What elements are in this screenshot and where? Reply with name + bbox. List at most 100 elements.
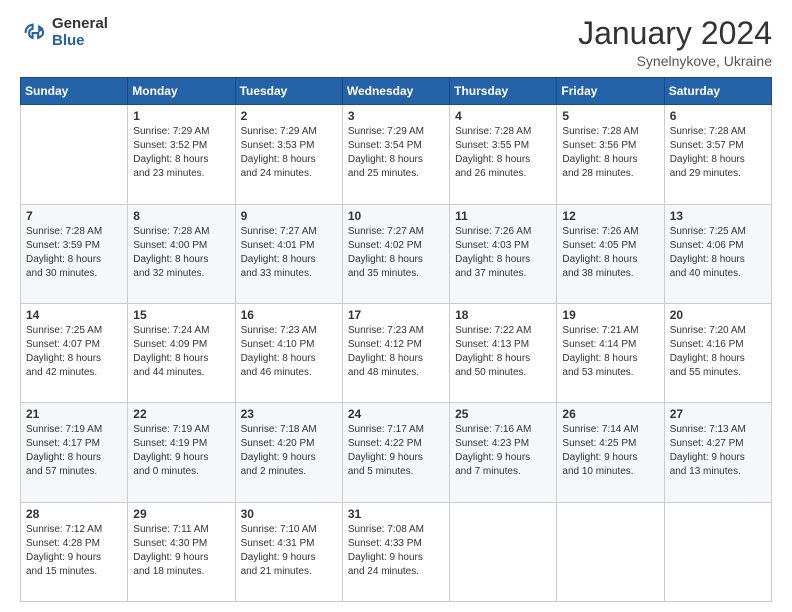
day-number: 30 bbox=[241, 507, 337, 521]
calendar-cell bbox=[664, 502, 771, 601]
calendar-cell: 26 Sunrise: 7:14 AM Sunset: 4:25 PM Dayli… bbox=[557, 403, 664, 502]
day-number: 16 bbox=[241, 308, 337, 322]
cell-info: Sunrise: 7:23 AM Sunset: 4:12 PM Dayligh… bbox=[348, 324, 444, 380]
calendar-cell: 14 Sunrise: 7:25 AM Sunset: 4:07 PM Dayli… bbox=[21, 303, 128, 402]
day-number: 31 bbox=[348, 507, 444, 521]
day-number: 27 bbox=[670, 407, 766, 421]
cell-info: Sunrise: 7:28 AM Sunset: 3:56 PM Dayligh… bbox=[562, 125, 658, 181]
cell-info: Sunrise: 7:18 AM Sunset: 4:20 PM Dayligh… bbox=[241, 423, 337, 479]
day-number: 11 bbox=[455, 209, 551, 223]
cell-info: Sunrise: 7:28 AM Sunset: 3:57 PM Dayligh… bbox=[670, 125, 766, 181]
calendar-cell: 11 Sunrise: 7:26 AM Sunset: 4:03 PM Dayli… bbox=[450, 204, 557, 303]
calendar-week-row: 1 Sunrise: 7:29 AM Sunset: 3:52 PM Daylig… bbox=[21, 105, 772, 204]
calendar-cell: 15Sunrise: 7:24 AM Sunset: 4:09 PM Dayli… bbox=[128, 303, 235, 402]
cell-info: Sunrise: 7:26 AM Sunset: 4:05 PM Dayligh… bbox=[562, 225, 658, 281]
day-number: 7 bbox=[26, 209, 122, 223]
day-number: 28 bbox=[26, 507, 122, 521]
cell-info: Sunrise: 7:23 AM Sunset: 4:10 PM Dayligh… bbox=[241, 324, 337, 380]
cell-info: Sunrise: 7:26 AM Sunset: 4:03 PM Dayligh… bbox=[455, 225, 551, 281]
weekday-header: Monday bbox=[128, 78, 235, 105]
month-title: January 2024 bbox=[578, 16, 772, 51]
weekday-header: Sunday bbox=[21, 78, 128, 105]
logo-general: General bbox=[52, 16, 108, 33]
calendar-cell: 28 Sunrise: 7:12 AM Sunset: 4:28 PM Dayli… bbox=[21, 502, 128, 601]
location-subtitle: Synelnykove, Ukraine bbox=[578, 53, 772, 69]
day-number: 14 bbox=[26, 308, 122, 322]
cell-info: Sunrise: 7:28 AM Sunset: 3:55 PM Dayligh… bbox=[455, 125, 551, 181]
calendar-cell: 31 Sunrise: 7:08 AM Sunset: 4:33 PM Dayli… bbox=[342, 502, 449, 601]
day-number: 13 bbox=[670, 209, 766, 223]
cell-info: Sunrise: 7:13 AM Sunset: 4:27 PM Dayligh… bbox=[670, 423, 766, 479]
calendar-cell: 24Sunrise: 7:17 AM Sunset: 4:22 PM Dayli… bbox=[342, 403, 449, 502]
cell-info: Sunrise: 7:21 AM Sunset: 4:14 PM Dayligh… bbox=[562, 324, 658, 380]
calendar-cell: 8 Sunrise: 7:28 AM Sunset: 4:00 PM Daylig… bbox=[128, 204, 235, 303]
cell-info: Sunrise: 7:25 AM Sunset: 4:07 PM Dayligh… bbox=[26, 324, 122, 380]
calendar-week-row: 21Sunrise: 7:19 AM Sunset: 4:17 PM Dayli… bbox=[21, 403, 772, 502]
weekday-header: Wednesday bbox=[342, 78, 449, 105]
calendar-cell: 29 Sunrise: 7:11 AM Sunset: 4:30 PM Dayli… bbox=[128, 502, 235, 601]
day-number: 21 bbox=[26, 407, 122, 421]
day-number: 10 bbox=[348, 209, 444, 223]
weekday-header: Saturday bbox=[664, 78, 771, 105]
calendar-week-row: 7 Sunrise: 7:28 AM Sunset: 3:59 PM Daylig… bbox=[21, 204, 772, 303]
cell-info: Sunrise: 7:10 AM Sunset: 4:31 PM Dayligh… bbox=[241, 523, 337, 579]
calendar-cell: 12 Sunrise: 7:26 AM Sunset: 4:05 PM Dayli… bbox=[557, 204, 664, 303]
day-number: 12 bbox=[562, 209, 658, 223]
cell-info: Sunrise: 7:19 AM Sunset: 4:19 PM Dayligh… bbox=[133, 423, 229, 479]
day-number: 19 bbox=[562, 308, 658, 322]
day-number: 29 bbox=[133, 507, 229, 521]
weekday-header: Friday bbox=[557, 78, 664, 105]
day-number: 20 bbox=[670, 308, 766, 322]
day-number: 6 bbox=[670, 109, 766, 123]
cell-info: Sunrise: 7:20 AM Sunset: 4:16 PM Dayligh… bbox=[670, 324, 766, 380]
cell-info: Sunrise: 7:08 AM Sunset: 4:33 PM Dayligh… bbox=[348, 523, 444, 579]
calendar-cell: 23 Sunrise: 7:18 AM Sunset: 4:20 PM Dayli… bbox=[235, 403, 342, 502]
cell-info: Sunrise: 7:29 AM Sunset: 3:54 PM Dayligh… bbox=[348, 125, 444, 181]
cell-info: Sunrise: 7:28 AM Sunset: 3:59 PM Dayligh… bbox=[26, 225, 122, 281]
cell-info: Sunrise: 7:29 AM Sunset: 3:52 PM Dayligh… bbox=[133, 125, 229, 181]
cell-info: Sunrise: 7:16 AM Sunset: 4:23 PM Dayligh… bbox=[455, 423, 551, 479]
calendar-cell: 30 Sunrise: 7:10 AM Sunset: 4:31 PM Dayli… bbox=[235, 502, 342, 601]
calendar-week-row: 14 Sunrise: 7:25 AM Sunset: 4:07 PM Dayli… bbox=[21, 303, 772, 402]
day-number: 24 bbox=[348, 407, 444, 421]
day-number: 9 bbox=[241, 209, 337, 223]
calendar-cell: 10Sunrise: 7:27 AM Sunset: 4:02 PM Dayli… bbox=[342, 204, 449, 303]
calendar-cell: 27 Sunrise: 7:13 AM Sunset: 4:27 PM Dayli… bbox=[664, 403, 771, 502]
calendar-cell: 16 Sunrise: 7:23 AM Sunset: 4:10 PM Dayli… bbox=[235, 303, 342, 402]
calendar-week-row: 28 Sunrise: 7:12 AM Sunset: 4:28 PM Dayli… bbox=[21, 502, 772, 601]
day-number: 1 bbox=[133, 109, 229, 123]
calendar-cell: 21Sunrise: 7:19 AM Sunset: 4:17 PM Dayli… bbox=[21, 403, 128, 502]
calendar-cell: 6 Sunrise: 7:28 AM Sunset: 3:57 PM Daylig… bbox=[664, 105, 771, 204]
day-number: 5 bbox=[562, 109, 658, 123]
calendar-cell: 13 Sunrise: 7:25 AM Sunset: 4:06 PM Dayli… bbox=[664, 204, 771, 303]
cell-info: Sunrise: 7:25 AM Sunset: 4:06 PM Dayligh… bbox=[670, 225, 766, 281]
cell-info: Sunrise: 7:12 AM Sunset: 4:28 PM Dayligh… bbox=[26, 523, 122, 579]
logo-icon bbox=[20, 19, 48, 47]
cell-info: Sunrise: 7:28 AM Sunset: 4:00 PM Dayligh… bbox=[133, 225, 229, 281]
calendar-cell: 2Sunrise: 7:29 AM Sunset: 3:53 PM Daylig… bbox=[235, 105, 342, 204]
calendar-cell: 3Sunrise: 7:29 AM Sunset: 3:54 PM Daylig… bbox=[342, 105, 449, 204]
logo-text-block: General Blue bbox=[52, 16, 108, 49]
logo: General Blue bbox=[20, 16, 108, 49]
cell-info: Sunrise: 7:14 AM Sunset: 4:25 PM Dayligh… bbox=[562, 423, 658, 479]
calendar-cell: 22Sunrise: 7:19 AM Sunset: 4:19 PM Dayli… bbox=[128, 403, 235, 502]
calendar-cell: 7 Sunrise: 7:28 AM Sunset: 3:59 PM Daylig… bbox=[21, 204, 128, 303]
cell-info: Sunrise: 7:22 AM Sunset: 4:13 PM Dayligh… bbox=[455, 324, 551, 380]
day-number: 17 bbox=[348, 308, 444, 322]
cell-info: Sunrise: 7:11 AM Sunset: 4:30 PM Dayligh… bbox=[133, 523, 229, 579]
calendar-cell: 17 Sunrise: 7:23 AM Sunset: 4:12 PM Dayli… bbox=[342, 303, 449, 402]
day-number: 15 bbox=[133, 308, 229, 322]
cell-info: Sunrise: 7:27 AM Sunset: 4:01 PM Dayligh… bbox=[241, 225, 337, 281]
weekday-header: Tuesday bbox=[235, 78, 342, 105]
calendar-cell: 5 Sunrise: 7:28 AM Sunset: 3:56 PM Daylig… bbox=[557, 105, 664, 204]
day-number: 23 bbox=[241, 407, 337, 421]
page: General Blue January 2024 Synelnykove, U… bbox=[0, 0, 792, 612]
day-number: 26 bbox=[562, 407, 658, 421]
title-area: January 2024 Synelnykove, Ukraine bbox=[578, 16, 772, 69]
cell-info: Sunrise: 7:29 AM Sunset: 3:53 PM Dayligh… bbox=[241, 125, 337, 181]
day-number: 8 bbox=[133, 209, 229, 223]
logo-blue: Blue bbox=[52, 33, 108, 50]
calendar-cell: 19 Sunrise: 7:21 AM Sunset: 4:14 PM Dayli… bbox=[557, 303, 664, 402]
day-number: 25 bbox=[455, 407, 551, 421]
calendar-cell: 20 Sunrise: 7:20 AM Sunset: 4:16 PM Dayli… bbox=[664, 303, 771, 402]
